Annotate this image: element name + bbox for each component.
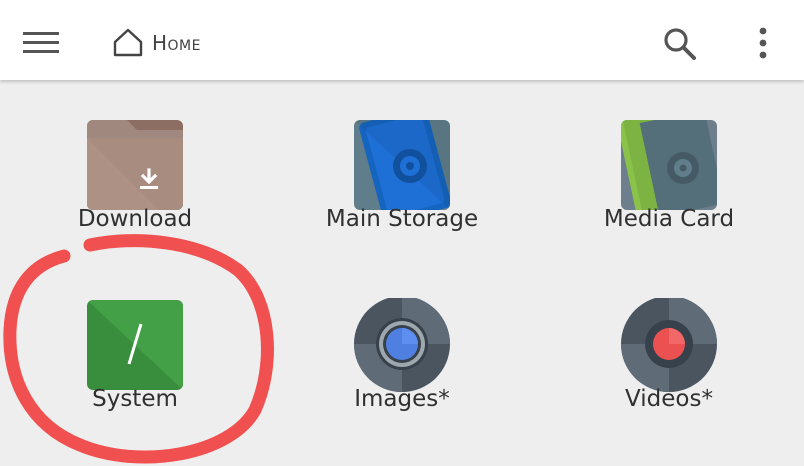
folder-item-images[interactable]: Images*: [282, 298, 522, 458]
search-icon: [664, 28, 696, 60]
more-vertical-icon: [759, 27, 767, 59]
folder-item-videos[interactable]: Videos*: [549, 298, 789, 458]
hamburger-menu-icon: [23, 32, 59, 53]
item-label: Videos*: [625, 386, 713, 412]
folder-item-media-card[interactable]: Media Card: [549, 118, 789, 278]
system-root-icon: [87, 300, 183, 390]
search-button[interactable]: [658, 22, 702, 64]
item-label: Media Card: [603, 206, 735, 232]
page-title: Home: [152, 31, 201, 55]
main-storage-icon: [354, 120, 450, 210]
item-label: Images*: [354, 386, 450, 412]
images-lens-icon: [354, 298, 450, 392]
home-icon: [113, 28, 143, 57]
media-card-icon: [621, 120, 717, 210]
menu-button[interactable]: [18, 24, 64, 60]
app-bar: Home: [0, 0, 804, 80]
download-folder-icon: [87, 120, 183, 210]
videos-lens-icon: [621, 298, 717, 392]
item-label: System: [92, 386, 178, 412]
overflow-menu-button[interactable]: [748, 22, 778, 64]
item-label: Download: [77, 206, 193, 232]
item-label: Main Storage: [325, 206, 479, 232]
folder-item-main-storage[interactable]: Main Storage: [282, 118, 522, 278]
folder-item-download[interactable]: Download: [15, 118, 255, 278]
folder-item-system[interactable]: System: [15, 298, 255, 458]
file-manager-screen: Home Download Main Storage Media Card Sy…: [0, 0, 804, 466]
